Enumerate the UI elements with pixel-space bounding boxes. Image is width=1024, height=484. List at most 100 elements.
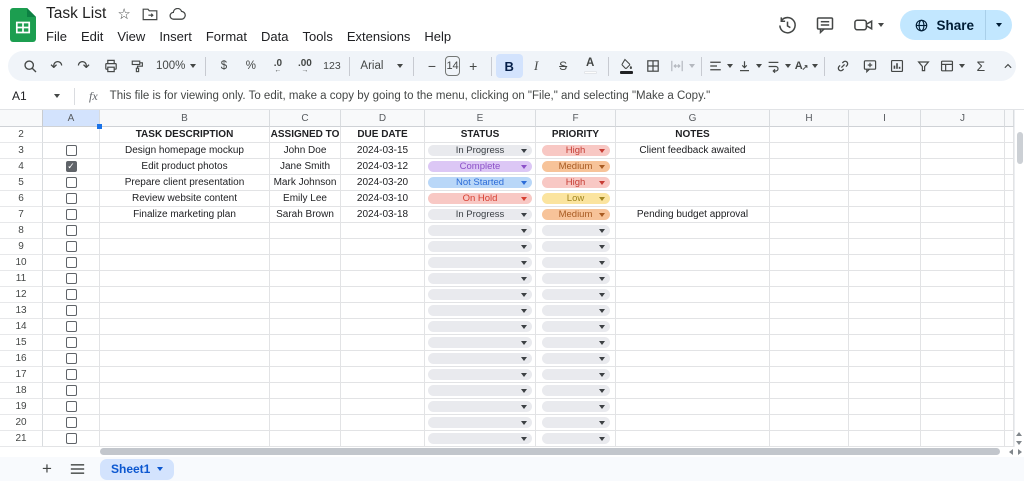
hide-menus-icon[interactable] bbox=[994, 54, 1021, 78]
sheet-tab-sheet1[interactable]: Sheet1 bbox=[100, 458, 175, 480]
status-chip-empty[interactable] bbox=[428, 385, 532, 396]
cell-B10[interactable] bbox=[100, 255, 270, 271]
cell-A4[interactable]: ✓ bbox=[43, 159, 100, 175]
cell-G10[interactable] bbox=[616, 255, 770, 271]
cell-J7[interactable] bbox=[921, 207, 1005, 223]
cell-I20[interactable] bbox=[849, 415, 921, 431]
cell-D9[interactable] bbox=[341, 239, 425, 255]
menu-extensions[interactable]: Extensions bbox=[340, 28, 418, 45]
create-filter-icon[interactable] bbox=[910, 54, 937, 78]
cell-D21[interactable] bbox=[341, 431, 425, 447]
cell-J5[interactable] bbox=[921, 175, 1005, 191]
menu-tools[interactable]: Tools bbox=[295, 28, 339, 45]
cell-A7[interactable] bbox=[43, 207, 100, 223]
sheet-tab-caret-icon[interactable] bbox=[157, 467, 164, 471]
cell-F9[interactable] bbox=[536, 239, 616, 255]
cell-E2[interactable]: STATUS bbox=[425, 127, 536, 143]
checkbox-row-6[interactable] bbox=[65, 193, 77, 204]
row-header-18[interactable]: 18 bbox=[0, 383, 43, 399]
cell-C2[interactable]: ASSIGNED TO bbox=[270, 127, 341, 143]
vertical-scrollbar-thumb[interactable] bbox=[1017, 132, 1023, 164]
vertical-scroll-arrows[interactable] bbox=[1016, 432, 1022, 445]
cell-F6[interactable]: Low bbox=[536, 191, 616, 207]
row-header-12[interactable]: 12 bbox=[0, 287, 43, 303]
cell-I2[interactable] bbox=[849, 127, 921, 143]
fill-color-button[interactable] bbox=[613, 54, 640, 78]
cell-F13[interactable] bbox=[536, 303, 616, 319]
cell-D6[interactable]: 2024-03-10 bbox=[341, 191, 425, 207]
row-header-8[interactable]: 8 bbox=[0, 223, 43, 239]
cell-H21[interactable] bbox=[770, 431, 849, 447]
cell-G19[interactable] bbox=[616, 399, 770, 415]
decrease-decimals-button[interactable]: .0 ← bbox=[264, 54, 291, 78]
vertical-scrollbar[interactable] bbox=[1014, 110, 1024, 447]
cell-C5[interactable]: Mark Johnson bbox=[270, 175, 341, 191]
version-history-icon[interactable] bbox=[776, 14, 798, 36]
row-header-4[interactable]: 4 bbox=[0, 159, 43, 175]
cell-F12[interactable] bbox=[536, 287, 616, 303]
cell-G18[interactable] bbox=[616, 383, 770, 399]
cell-C4[interactable]: Jane Smith bbox=[270, 159, 341, 175]
scroll-down-icon[interactable] bbox=[1016, 441, 1022, 445]
cell-A14[interactable] bbox=[43, 319, 100, 335]
row-header-21[interactable]: 21 bbox=[0, 431, 43, 447]
comments-icon[interactable] bbox=[814, 14, 836, 36]
cell-H17[interactable] bbox=[770, 367, 849, 383]
status-chip-empty[interactable] bbox=[428, 369, 532, 380]
cell-G21[interactable] bbox=[616, 431, 770, 447]
cell-F16[interactable] bbox=[536, 351, 616, 367]
cell-C13[interactable] bbox=[270, 303, 341, 319]
cell-B3[interactable]: Design homepage mockup bbox=[100, 143, 270, 159]
insert-chart-icon[interactable] bbox=[883, 54, 910, 78]
priority-chip-empty[interactable] bbox=[541, 289, 610, 300]
cell-J17[interactable] bbox=[921, 367, 1005, 383]
status-chip-empty[interactable] bbox=[428, 241, 532, 252]
cell-K3[interactable] bbox=[1005, 143, 1014, 159]
cell-B7[interactable]: Finalize marketing plan bbox=[100, 207, 270, 223]
priority-chip[interactable]: Medium bbox=[541, 161, 610, 172]
row-header-11[interactable]: 11 bbox=[0, 271, 43, 287]
cell-A15[interactable] bbox=[43, 335, 100, 351]
cell-K6[interactable] bbox=[1005, 191, 1014, 207]
all-sheets-icon[interactable] bbox=[64, 458, 90, 480]
table-views-button[interactable] bbox=[937, 54, 967, 78]
merge-cells-button[interactable] bbox=[667, 54, 697, 78]
cell-B14[interactable] bbox=[100, 319, 270, 335]
cell-K13[interactable] bbox=[1005, 303, 1014, 319]
cell-K5[interactable] bbox=[1005, 175, 1014, 191]
cell-E12[interactable] bbox=[425, 287, 536, 303]
scroll-left-icon[interactable] bbox=[1009, 449, 1013, 455]
cell-C18[interactable] bbox=[270, 383, 341, 399]
cell-D17[interactable] bbox=[341, 367, 425, 383]
cell-I19[interactable] bbox=[849, 399, 921, 415]
document-title[interactable]: Task List bbox=[46, 5, 106, 23]
share-button[interactable]: Share bbox=[900, 10, 1012, 40]
cell-F15[interactable] bbox=[536, 335, 616, 351]
menu-data[interactable]: Data bbox=[254, 28, 295, 45]
status-chip[interactable]: Complete bbox=[428, 161, 532, 172]
cell-B6[interactable]: Review website content bbox=[100, 191, 270, 207]
row-header-20[interactable]: 20 bbox=[0, 415, 43, 431]
text-wrap-button[interactable] bbox=[764, 54, 793, 78]
cell-J4[interactable] bbox=[921, 159, 1005, 175]
column-header-B[interactable]: B bbox=[100, 110, 270, 127]
row-header-2[interactable]: 2 bbox=[0, 127, 43, 143]
cell-B16[interactable] bbox=[100, 351, 270, 367]
cell-B4[interactable]: Edit product photos bbox=[100, 159, 270, 175]
cell-G2[interactable]: NOTES bbox=[616, 127, 770, 143]
priority-chip[interactable]: High bbox=[541, 177, 610, 188]
cell-F19[interactable] bbox=[536, 399, 616, 415]
cell-J6[interactable] bbox=[921, 191, 1005, 207]
column-header-I[interactable]: I bbox=[849, 110, 921, 127]
cell-K8[interactable] bbox=[1005, 223, 1014, 239]
cell-I14[interactable] bbox=[849, 319, 921, 335]
cell-A11[interactable] bbox=[43, 271, 100, 287]
row-header-17[interactable]: 17 bbox=[0, 367, 43, 383]
cell-I6[interactable] bbox=[849, 191, 921, 207]
more-formats-button[interactable]: 123 bbox=[318, 54, 345, 78]
cell-B18[interactable] bbox=[100, 383, 270, 399]
priority-chip-empty[interactable] bbox=[541, 369, 610, 380]
cell-G16[interactable] bbox=[616, 351, 770, 367]
cell-F18[interactable] bbox=[536, 383, 616, 399]
cell-I3[interactable] bbox=[849, 143, 921, 159]
